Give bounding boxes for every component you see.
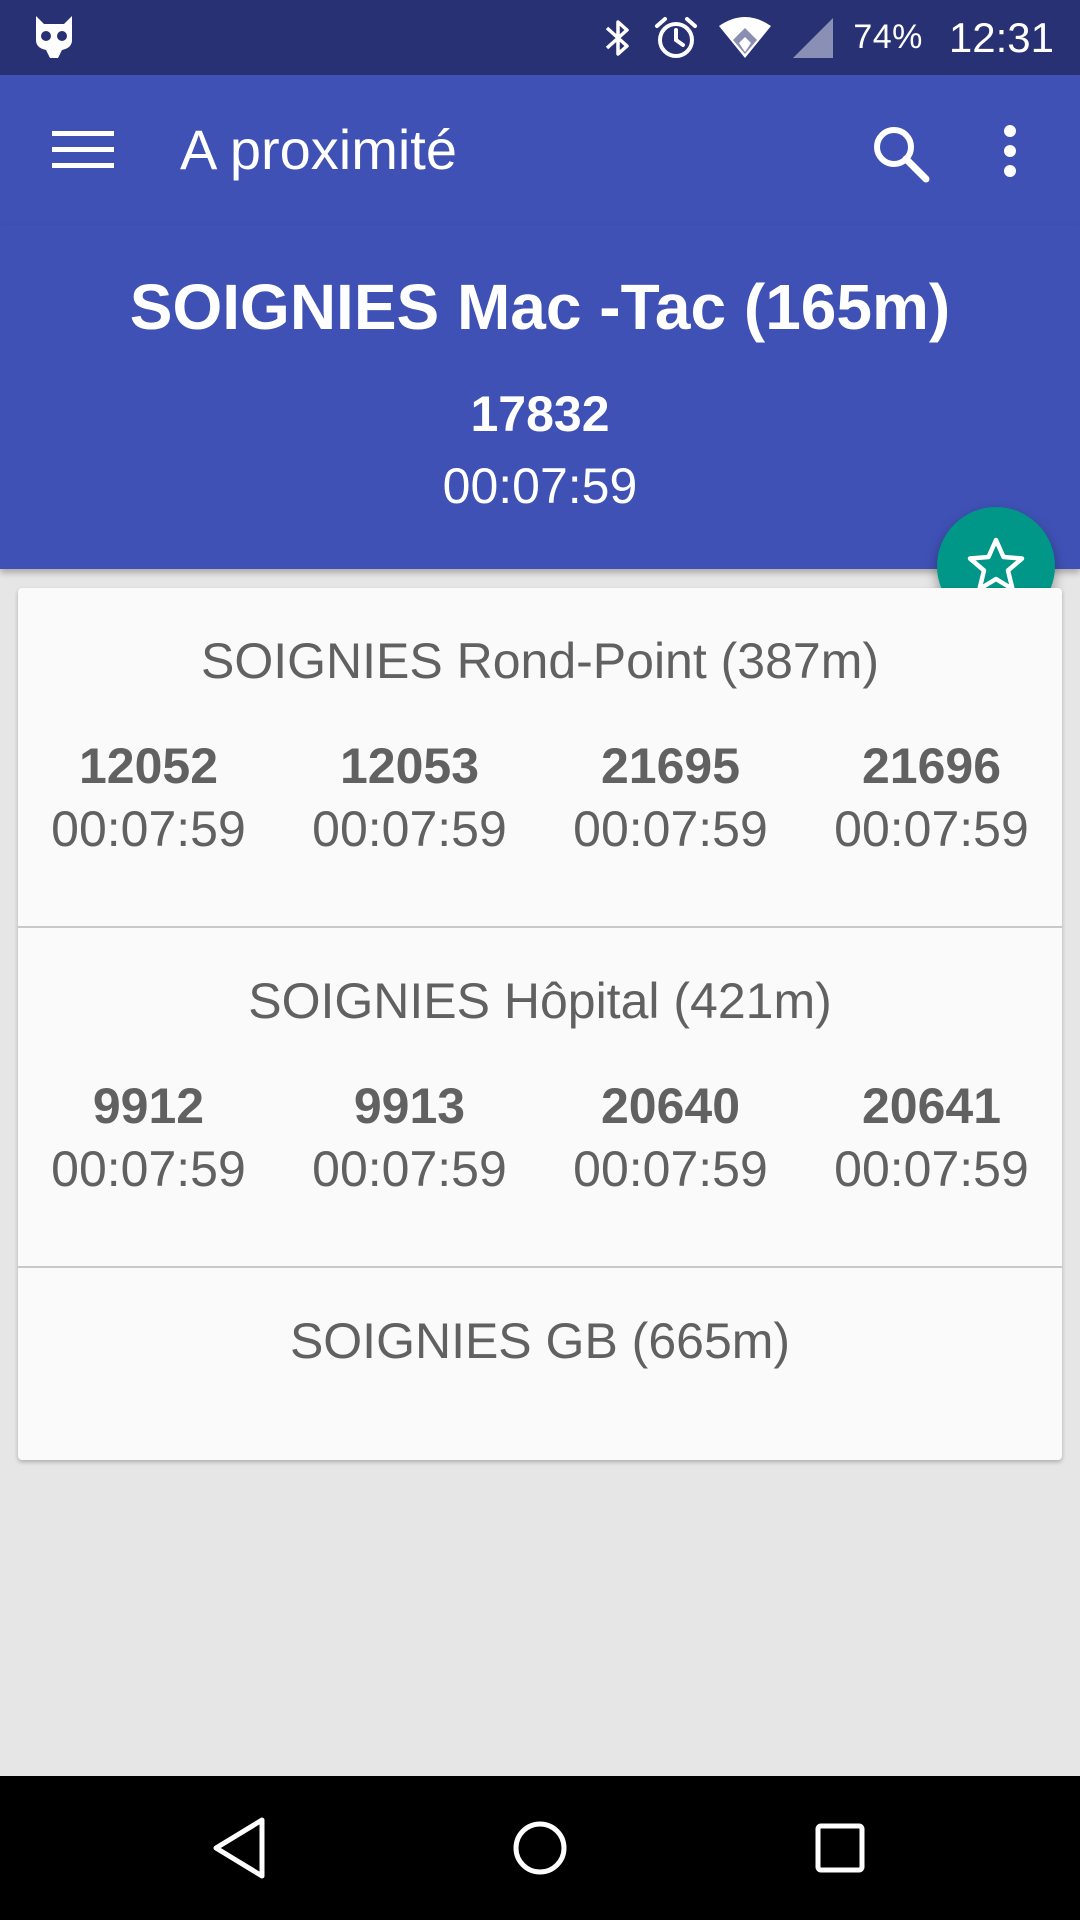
home-button[interactable] <box>500 1808 580 1888</box>
stop-name: SOIGNIES GB (665m) <box>289 1313 791 1369</box>
status-bar: 74% 12:31 <box>0 0 1080 75</box>
alarm-icon <box>653 15 699 61</box>
nearest-stop-time: 00:07:59 <box>442 458 638 514</box>
menu-button[interactable] <box>42 119 122 179</box>
stop-section[interactable]: SOIGNIES GB (665m) <box>18 1268 1062 1460</box>
departure-item[interactable]: 9912 00:07:59 <box>18 1076 279 1202</box>
departure-line: 20641 <box>861 1078 1002 1134</box>
departure-time: 00:07:59 <box>51 801 246 857</box>
departure-time: 00:07:59 <box>51 1141 246 1197</box>
stop-name: SOIGNIES Hôpital (421m) <box>248 973 832 1029</box>
home-icon <box>513 1821 567 1875</box>
departure-item[interactable]: 12053 00:07:59 <box>279 736 540 862</box>
page-title: A proximité <box>180 118 457 181</box>
departure-time: 00:07:59 <box>573 1141 768 1197</box>
departure-line: 12052 <box>78 738 219 794</box>
departure-time: 00:07:59 <box>834 1141 1029 1197</box>
departure-item[interactable]: 12052 00:07:59 <box>18 736 279 862</box>
navigation-bar <box>0 1776 1080 1920</box>
departure-line: 20640 <box>600 1078 741 1134</box>
search-button[interactable] <box>860 113 940 193</box>
signal-icon <box>791 16 835 60</box>
recents-button[interactable] <box>800 1808 880 1888</box>
clock: 12:31 <box>948 13 1054 61</box>
bluetooth-icon <box>601 16 635 60</box>
departure-line: 21696 <box>861 738 1002 794</box>
nearest-stop-line: 17832 <box>470 386 610 442</box>
departure-time: 00:07:59 <box>312 801 507 857</box>
departure-item[interactable]: 20641 00:07:59 <box>801 1076 1062 1202</box>
wifi-icon <box>717 16 773 60</box>
stop-section[interactable]: SOIGNIES Hôpital (421m) 9912 00:07:59 99… <box>18 928 1062 1266</box>
departure-time: 00:07:59 <box>312 1141 507 1197</box>
more-vert-icon <box>1004 125 1016 177</box>
menu-icon <box>52 131 114 168</box>
departure-item[interactable]: 9913 00:07:59 <box>279 1076 540 1202</box>
departure-time: 00:07:59 <box>834 801 1029 857</box>
recents-icon <box>815 1823 865 1873</box>
departure-item[interactable]: 20640 00:07:59 <box>540 1076 801 1202</box>
departure-item[interactable]: 21695 00:07:59 <box>540 736 801 862</box>
departure-line: 21695 <box>600 738 741 794</box>
search-icon <box>874 127 930 183</box>
departure-line: 12053 <box>339 738 480 794</box>
app-bar: A proximité <box>0 75 1080 225</box>
nearest-stop-name: SOIGNIES Mac -Tac (165m) <box>129 271 951 343</box>
nearby-stops-card: SOIGNIES Rond-Point (387m) 12052 00:07:5… <box>18 588 1062 1460</box>
departure-time: 00:07:59 <box>573 801 768 857</box>
cyanogen-icon <box>32 14 76 60</box>
back-button[interactable] <box>200 1808 280 1888</box>
battery-percentage: 74% <box>853 18 923 56</box>
nearest-stop-header[interactable]: SOIGNIES Mac -Tac (165m) 17832 00:07:59 <box>0 225 1080 569</box>
stop-section[interactable]: SOIGNIES Rond-Point (387m) 12052 00:07:5… <box>18 588 1062 926</box>
departure-line: 9913 <box>353 1078 466 1134</box>
back-icon <box>213 1817 265 1879</box>
departure-item[interactable]: 21696 00:07:59 <box>801 736 1062 862</box>
stop-name: SOIGNIES Rond-Point (387m) <box>200 633 880 689</box>
more-options-button[interactable] <box>986 113 1034 193</box>
departure-line: 9912 <box>92 1078 205 1134</box>
